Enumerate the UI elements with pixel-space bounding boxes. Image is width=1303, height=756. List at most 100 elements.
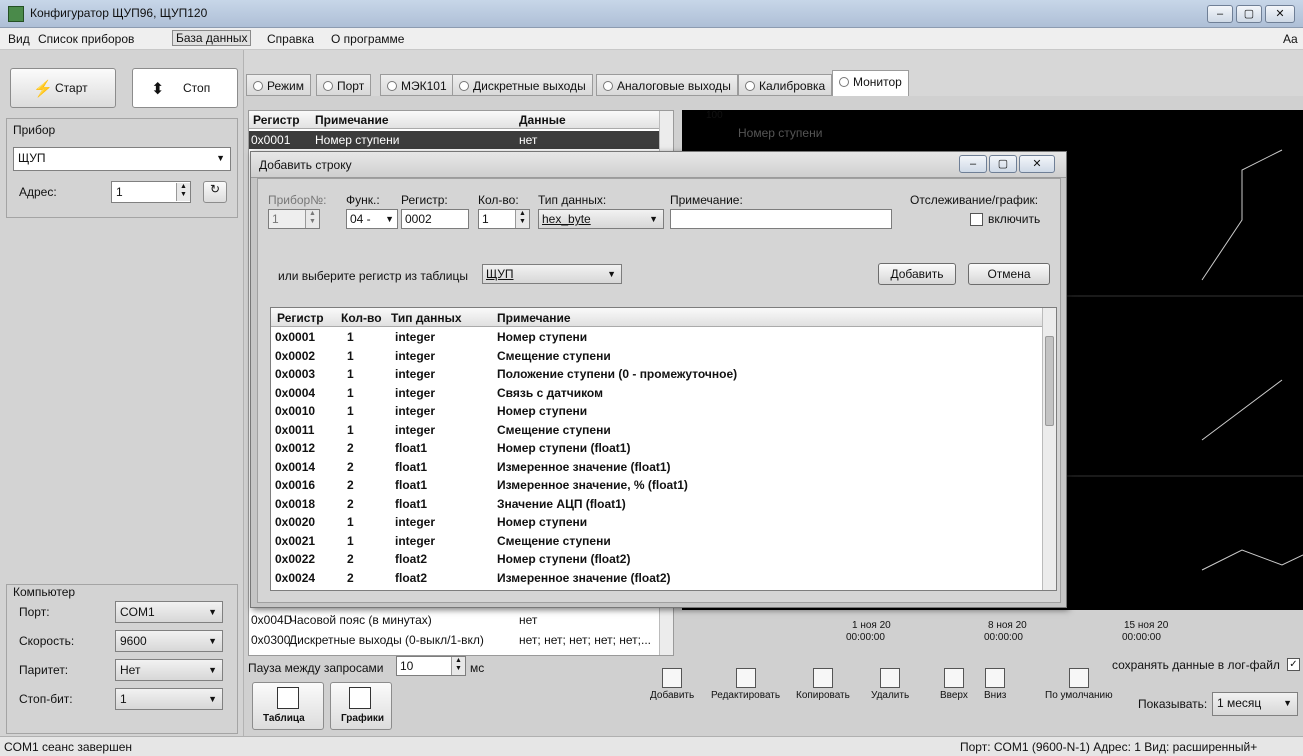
list-col-count[interactable]: Кол-во xyxy=(341,311,382,325)
tab-icon xyxy=(323,81,333,91)
table-row[interactable]: 0x0001 Номер ступени нет xyxy=(249,131,659,149)
tab-label: Аналоговые выходы xyxy=(617,79,731,93)
list-item[interactable]: 0x0024 2 float2 Измеренное значение (float2… xyxy=(271,570,1044,587)
list-cell-note: Положение ступени (0 - промежуточное) xyxy=(497,367,738,381)
minimize-button[interactable]: – xyxy=(1207,5,1233,23)
toolbar-default-button[interactable]: По умолчанию xyxy=(1045,668,1113,701)
window-title: Конфигуратор ЩУП96, ЩУП120 xyxy=(30,6,208,20)
list-cell-type: float2 xyxy=(395,552,428,566)
x-tick-time: 00:00:00 xyxy=(984,632,1023,643)
menu-device-list[interactable]: Список приборов xyxy=(38,32,134,46)
list-item[interactable]: 0x0002 1 integer Смещение ступени xyxy=(271,348,1044,365)
show-period-select[interactable]: 1 месяц ▼ xyxy=(1212,692,1298,716)
register-input[interactable]: 0002 xyxy=(401,209,469,229)
list-item[interactable]: 0x0004 1 integer Связь с датчиком xyxy=(271,385,1044,402)
log-checkbox[interactable]: ✓ xyxy=(1287,658,1300,671)
menu-view[interactable]: Вид xyxy=(8,32,30,46)
count-spinner[interactable]: ▲ ▼ xyxy=(515,210,529,228)
list-item[interactable]: 0x0022 2 float2 Номер ступени (float2) xyxy=(271,551,1044,568)
pause-unit: мс xyxy=(470,661,485,675)
tab-label: МЭК101 xyxy=(401,79,447,93)
tab-calibration[interactable]: Калибровка xyxy=(738,74,833,96)
list-cell-cnt: 2 xyxy=(347,570,354,585)
delete-icon xyxy=(880,668,901,688)
list-item[interactable]: 0x0010 1 integer Номер ступени xyxy=(271,403,1044,420)
font-size-toggle[interactable]: Aa xyxy=(1283,32,1298,46)
toolbar-copy-button[interactable]: Копировать xyxy=(796,668,850,701)
choose-table-value: ЩУП xyxy=(486,267,514,281)
list-item[interactable]: 0x0021 1 integer Смещение ступени xyxy=(271,533,1044,550)
list-cell-reg: 0x0001 xyxy=(275,330,316,344)
refresh-icon[interactable]: ↻ xyxy=(203,181,227,203)
choose-table-select[interactable]: ЩУП ▼ xyxy=(482,264,622,284)
toolbar-edit-button[interactable]: Редактировать xyxy=(711,668,780,701)
tab-mode[interactable]: Режим xyxy=(246,74,311,96)
x-tick-time: 00:00:00 xyxy=(1122,632,1161,643)
pause-spinner[interactable]: ▲ ▼ xyxy=(451,657,465,675)
list-cell-note: Измеренное значение (float2) xyxy=(497,570,671,585)
table-row[interactable]: 0x0300 Дискретные выходы (0-выкл/1-вкл) … xyxy=(249,631,659,649)
table-view-button[interactable]: Таблица xyxy=(252,682,324,730)
port-select[interactable]: COM1 ▼ xyxy=(115,601,223,623)
list-item[interactable]: 0x0012 2 float1 Номер ступени (float1) xyxy=(271,440,1044,457)
list-col-type[interactable]: Тип данных xyxy=(391,311,462,325)
dialog-add-button[interactable]: Добавить xyxy=(878,263,956,285)
dialog-maximize-button[interactable]: ▢ xyxy=(989,155,1017,173)
address-spinner[interactable]: ▲ ▼ xyxy=(176,183,190,201)
list-item[interactable]: 0x0018 2 float1 Значение АЦП (float1) xyxy=(271,496,1044,513)
stopbit-select[interactable]: 1 ▼ xyxy=(115,688,223,710)
list-cell-cnt: 2 xyxy=(347,459,354,474)
toolbar-add-button[interactable]: Добавить xyxy=(650,668,694,701)
list-col-register[interactable]: Регистр xyxy=(277,311,324,325)
list-item[interactable]: 0x0014 2 float1 Измеренное значение (float1… xyxy=(271,459,1044,476)
menu-help[interactable]: Справка xyxy=(267,32,314,46)
func-select[interactable]: 04 - ▼ xyxy=(346,209,398,229)
list-item[interactable]: 0x0011 1 integer Смещение ступени xyxy=(271,422,1044,439)
close-button[interactable]: ✕ xyxy=(1265,5,1295,23)
col-data[interactable]: Данные xyxy=(519,113,566,127)
dtype-select[interactable]: hex_byte ▼ xyxy=(538,209,664,229)
scrollbar-thumb[interactable] xyxy=(1045,336,1054,426)
toolbar-up-button[interactable]: Вверх xyxy=(940,668,968,701)
table-row[interactable]: 0x004D Часовой пояс (в минутах) нет xyxy=(249,611,659,629)
pause-input[interactable]: 10 ▲ ▼ xyxy=(396,656,466,676)
menu-database[interactable]: База данных xyxy=(172,30,252,46)
col-note[interactable]: Примечание xyxy=(315,113,389,127)
list-item[interactable]: 0x0001 1 integer Номер ступени xyxy=(271,329,1044,346)
device-select[interactable]: ЩУП ▼ xyxy=(13,147,231,171)
tab-iec101[interactable]: МЭК101 xyxy=(380,74,454,96)
dialog-minimize-button[interactable]: – xyxy=(959,155,987,173)
speed-select[interactable]: 9600 ▼ xyxy=(115,630,223,652)
edit-icon xyxy=(735,668,756,688)
func-label: Функ.: xyxy=(346,193,380,207)
list-item[interactable]: 0x0003 1 integer Положение ступени (0 - про… xyxy=(271,366,1044,383)
note-label: Примечание: xyxy=(670,193,743,207)
list-cell-type: integer xyxy=(395,533,436,548)
tab-analog-outputs[interactable]: Аналоговые выходы xyxy=(596,74,738,96)
charts-view-button[interactable]: Графики xyxy=(330,682,392,730)
show-label: Показывать: xyxy=(1138,697,1208,711)
note-input[interactable] xyxy=(670,209,892,229)
toolbar-delete-button[interactable]: Удалить xyxy=(871,668,909,701)
register-list-scrollbar[interactable] xyxy=(1042,308,1056,590)
stop-button[interactable]: ⬍ Стоп xyxy=(132,68,238,108)
menu-about[interactable]: О программе xyxy=(331,32,404,46)
start-button[interactable]: ⚡ Старт xyxy=(10,68,116,108)
list-item[interactable]: 0x0020 1 integer Номер ступени xyxy=(271,514,1044,531)
tab-discrete-outputs[interactable]: Дискретные выходы xyxy=(452,74,593,96)
dialog-close-button[interactable]: ✕ xyxy=(1019,155,1055,173)
dialog-cancel-button[interactable]: Отмена xyxy=(968,263,1050,285)
tab-monitor[interactable]: Монитор xyxy=(832,70,909,96)
tab-port[interactable]: Порт xyxy=(316,74,372,96)
list-item[interactable]: 0x0016 2 float1 Измеренное значение, % (flo… xyxy=(271,477,1044,494)
track-checkbox[interactable] xyxy=(970,213,983,226)
list-cell-type: integer xyxy=(395,404,436,418)
address-input[interactable]: 1 ▲ ▼ xyxy=(111,181,191,203)
list-col-note[interactable]: Примечание xyxy=(497,311,571,325)
count-input[interactable]: 1 ▲ ▼ xyxy=(478,209,530,229)
col-register[interactable]: Регистр xyxy=(253,113,300,127)
parity-select[interactable]: Нет ▼ xyxy=(115,659,223,681)
x-tick-date: 1 ноя 20 xyxy=(852,620,891,631)
toolbar-down-button[interactable]: Вниз xyxy=(984,668,1006,701)
maximize-button[interactable]: ▢ xyxy=(1236,5,1262,23)
